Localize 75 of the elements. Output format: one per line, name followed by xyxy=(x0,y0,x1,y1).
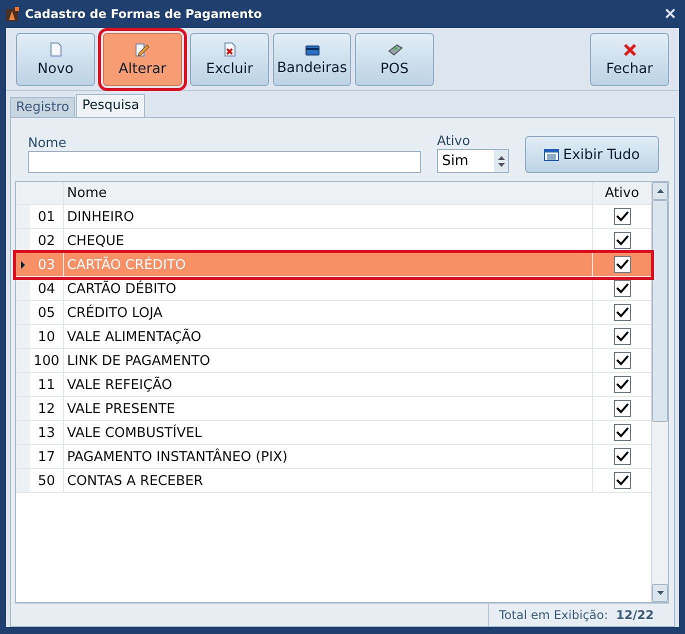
table-row[interactable]: 17 PAGAMENTO INSTANTÂNEO (PIX) xyxy=(16,445,651,469)
table-cell-text: VALE COMBUSTÍVEL xyxy=(66,424,203,442)
table-cell-text: CONTAS A RECEBER xyxy=(66,472,204,490)
table-row[interactable]: 01 DINHEIRO xyxy=(16,205,651,229)
spin-field[interactable]: Sim xyxy=(437,149,509,173)
credit-card-icon xyxy=(304,44,320,56)
table-cell-text: LINK DE PAGAMENTO xyxy=(66,352,212,370)
toolbar-button[interactable]: Novo xyxy=(16,33,95,86)
table-cell: 04 xyxy=(30,277,64,300)
table-cell: 03 xyxy=(30,253,64,276)
checkbox[interactable] xyxy=(614,208,630,225)
close-button[interactable]: Fechar xyxy=(590,33,669,86)
toolbar-button[interactable]: Excluir xyxy=(190,33,269,86)
checkbox[interactable] xyxy=(614,424,630,441)
field-label: Ativo xyxy=(437,134,472,149)
document-icon xyxy=(50,42,62,57)
table-row[interactable]: 100 LINK DE PAGAMENTO xyxy=(16,349,651,373)
table-cell: 13 xyxy=(30,421,64,444)
app-icon xyxy=(6,7,19,21)
table-cell: 01 xyxy=(30,205,64,228)
close-icon xyxy=(622,42,636,56)
table-row[interactable]: 10 VALE ALIMENTAÇÃO xyxy=(16,325,651,349)
checkbox[interactable] xyxy=(614,256,630,273)
row-pointer-icon xyxy=(21,260,25,268)
table-cell: 05 xyxy=(30,301,64,324)
tab[interactable]: Registro xyxy=(10,97,76,117)
table-cell: 17 xyxy=(30,445,64,468)
table-cell-text: VALE REFEIÇÃO xyxy=(66,376,174,394)
checkbox[interactable] xyxy=(614,448,630,465)
table-cell-text: PAGAMENTO INSTANTÂNEO (PIX) xyxy=(66,448,288,466)
column-header: Nome xyxy=(66,184,108,203)
tab[interactable]: Pesquisa xyxy=(76,94,146,117)
toolbar-button[interactable]: POS xyxy=(355,33,434,86)
checkbox[interactable] xyxy=(614,328,630,345)
checkbox[interactable] xyxy=(614,400,630,417)
show-all-button[interactable]: Exibir Tudo xyxy=(525,136,659,173)
list-icon xyxy=(544,148,560,160)
checkbox[interactable] xyxy=(614,280,630,297)
scrollbar[interactable] xyxy=(651,182,668,602)
close-button[interactable]: ✕ xyxy=(662,5,679,23)
checkbox[interactable] xyxy=(614,376,630,393)
table-cell-text: DINHEIRO xyxy=(66,208,136,226)
table-row[interactable]: 12 VALE PRESENTE xyxy=(16,397,651,421)
pencil-document-icon xyxy=(135,42,150,57)
field-label: Nome xyxy=(28,136,68,151)
table-cell-text: VALE PRESENTE xyxy=(66,400,176,418)
table-cell: 11 xyxy=(30,373,64,396)
delete-document-icon xyxy=(224,42,236,57)
table-cell-text: CHEQUE xyxy=(66,232,126,250)
table-cell: 100 xyxy=(30,349,64,372)
spin-arrows-icon xyxy=(498,156,504,166)
status-value: 12/22 xyxy=(616,608,654,622)
checkbox[interactable] xyxy=(614,232,630,249)
table-row[interactable]: 50 CONTAS A RECEBER xyxy=(16,469,651,493)
table-row[interactable]: 11 VALE REFEIÇÃO xyxy=(16,373,651,397)
table-cell-text: CARTÃO CRÉDITO xyxy=(66,256,187,274)
scroll-down-icon xyxy=(656,591,664,595)
checkbox[interactable] xyxy=(614,304,630,321)
table-cell: 10 xyxy=(30,325,64,348)
table-cell-text: CARTÃO DÉBITO xyxy=(66,280,178,298)
table-row[interactable]: 05 CRÉDITO LOJA xyxy=(16,301,651,325)
toolbar-button[interactable]: Bandeiras xyxy=(273,33,351,86)
table-row[interactable]: 13 VALE COMBUSTÍVEL xyxy=(16,421,651,445)
status-label: Total em Exibição: xyxy=(499,608,608,622)
table-cell: 12 xyxy=(30,397,64,420)
input-field[interactable] xyxy=(28,151,421,173)
card-terminal-icon xyxy=(386,42,402,56)
table-cell-text: CRÉDITO LOJA xyxy=(66,304,164,322)
checkbox[interactable] xyxy=(614,472,630,489)
checkbox[interactable] xyxy=(614,352,630,369)
table-cell: 50 xyxy=(30,469,64,492)
table-cell-text: VALE ALIMENTAÇÃO xyxy=(66,328,202,346)
window-title: Cadastro de Formas de Pagamento xyxy=(25,7,263,21)
scroll-up-icon xyxy=(656,189,664,193)
table-row[interactable]: 04 CARTÃO DÉBITO xyxy=(16,277,651,301)
